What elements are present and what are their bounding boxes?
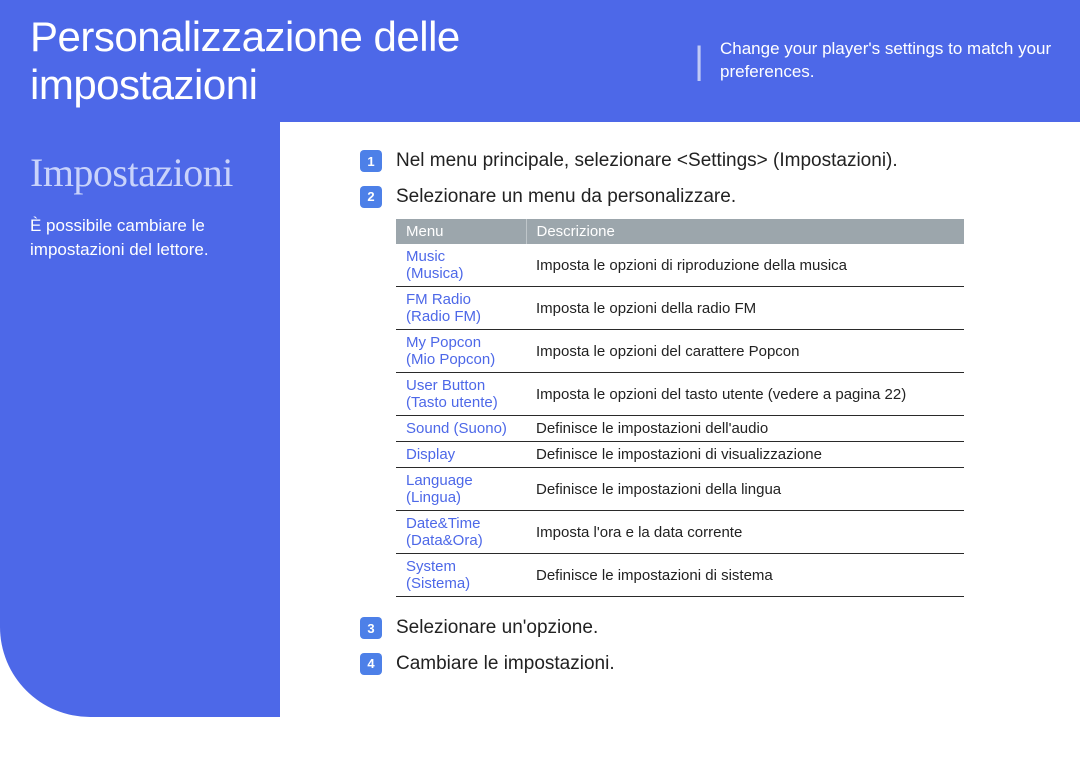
- menu-cell: System (Sistema): [396, 554, 526, 597]
- step-3: 3 Selezionare un'opzione.: [360, 615, 1020, 641]
- step-badge-icon: 3: [360, 617, 382, 639]
- step-text: Cambiare le impostazioni.: [396, 651, 615, 677]
- table-row: Date&Time (Data&Ora) Imposta l'ora e la …: [396, 511, 964, 554]
- table-row: My Popcon (Mio Popcon) Imposta le opzion…: [396, 330, 964, 373]
- desc-cell: Imposta l'ora e la data corrente: [526, 511, 964, 554]
- desc-cell: Imposta le opzioni del tasto utente (ved…: [526, 373, 964, 416]
- step-text: Selezionare un menu da personalizzare.: [396, 184, 736, 210]
- step-badge-icon: 2: [360, 186, 382, 208]
- sidebar-title: Impostazioni: [30, 149, 250, 196]
- table-row: System (Sistema) Definisce le impostazio…: [396, 554, 964, 597]
- desc-cell: Definisce le impostazioni dell'audio: [526, 416, 964, 442]
- table-row: FM Radio (Radio FM) Imposta le opzioni d…: [396, 287, 964, 330]
- table-row: Language (Lingua) Definisce le impostazi…: [396, 468, 964, 511]
- main-content: 1 Nel menu principale, selezionare <Sett…: [280, 122, 1080, 717]
- step-2: 2 Selezionare un menu da personalizzare.: [360, 184, 1020, 210]
- menu-cell: Date&Time (Data&Ora): [396, 511, 526, 554]
- desc-cell: Definisce le impostazioni di visualizzaz…: [526, 442, 964, 468]
- step-4: 4 Cambiare le impostazioni.: [360, 651, 1020, 677]
- sidebar: Impostazioni È possibile cambiare le imp…: [0, 121, 280, 717]
- step-text: Nel menu principale, selezionare <Settin…: [396, 148, 898, 174]
- page-title: Personalizzazione delle impostazioni: [30, 13, 678, 109]
- table-header-menu: Menu: [396, 219, 526, 244]
- desc-cell: Definisce le impostazioni della lingua: [526, 468, 964, 511]
- step-badge-icon: 4: [360, 653, 382, 675]
- menu-cell: Language (Lingua): [396, 468, 526, 511]
- menu-cell: Display: [396, 442, 526, 468]
- content-area: Impostazioni È possibile cambiare le imp…: [0, 122, 1080, 717]
- desc-cell: Imposta le opzioni di riproduzione della…: [526, 244, 964, 287]
- step-text: Selezionare un'opzione.: [396, 615, 598, 641]
- sidebar-description: È possibile cambiare le impostazioni del…: [30, 214, 250, 262]
- settings-table: Menu Descrizione Music (Musica) Imposta …: [396, 219, 964, 597]
- desc-cell: Imposta le opzioni della radio FM: [526, 287, 964, 330]
- table-row: User Button (Tasto utente) Imposta le op…: [396, 373, 964, 416]
- table-row: Display Definisce le impostazioni di vis…: [396, 442, 964, 468]
- menu-cell: Sound (Suono): [396, 416, 526, 442]
- table-row: Music (Musica) Imposta le opzioni di rip…: [396, 244, 964, 287]
- menu-cell: User Button (Tasto utente): [396, 373, 526, 416]
- desc-cell: Imposta le opzioni del carattere Popcon: [526, 330, 964, 373]
- step-1: 1 Nel menu principale, selezionare <Sett…: [360, 148, 1020, 174]
- header-divider: |: [694, 40, 704, 83]
- menu-cell: FM Radio (Radio FM): [396, 287, 526, 330]
- step-badge-icon: 1: [360, 150, 382, 172]
- menu-cell: My Popcon (Mio Popcon): [396, 330, 526, 373]
- table-header-desc: Descrizione: [526, 219, 964, 244]
- menu-cell: Music (Musica): [396, 244, 526, 287]
- page-header: Personalizzazione delle impostazioni | C…: [0, 0, 1080, 122]
- desc-cell: Definisce le impostazioni di sistema: [526, 554, 964, 597]
- page-subtitle: Change your player's settings to match y…: [720, 38, 1080, 84]
- table-row: Sound (Suono) Definisce le impostazioni …: [396, 416, 964, 442]
